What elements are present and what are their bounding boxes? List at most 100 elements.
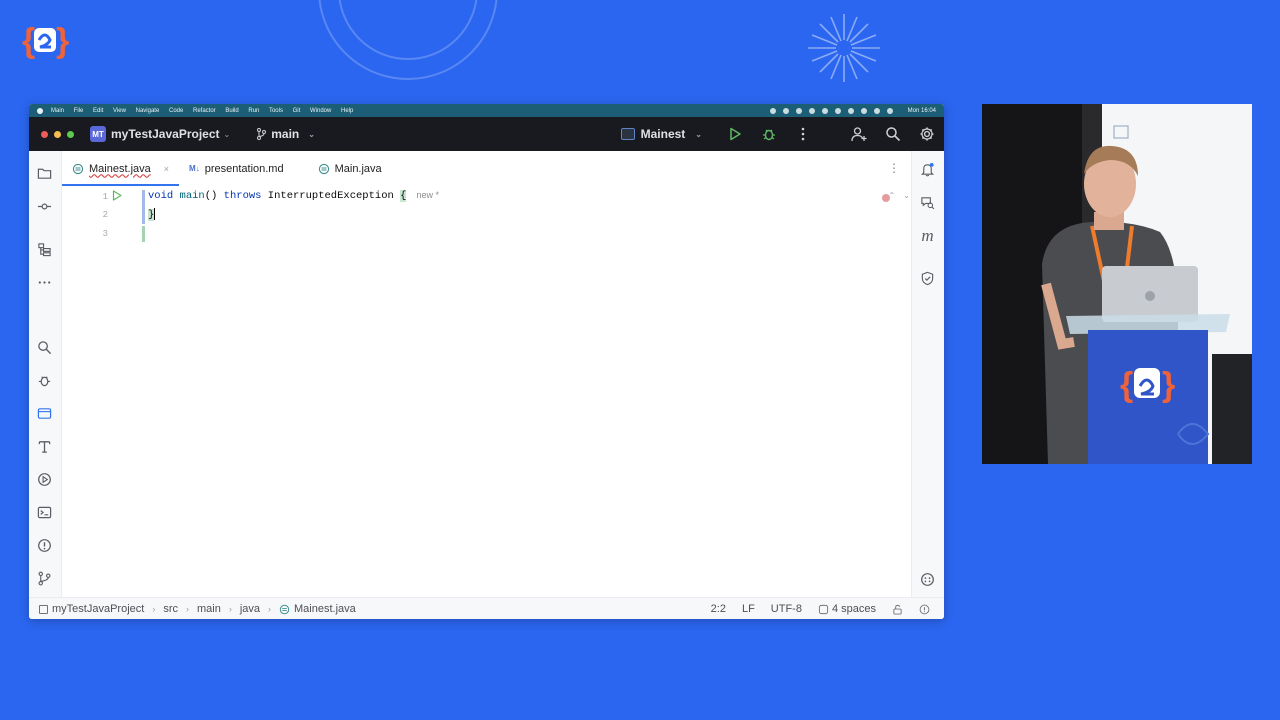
menu-refactor[interactable]: Refactor	[193, 108, 216, 114]
find-tool-button[interactable]	[36, 339, 53, 356]
bluetooth-icon[interactable]	[808, 107, 815, 114]
status-icon[interactable]	[795, 107, 802, 114]
menu-run[interactable]: Run	[248, 108, 259, 114]
run-tool-button[interactable]	[36, 471, 53, 488]
breadcrumb-file[interactable]: Mainest.java	[294, 603, 356, 615]
menu-help[interactable]: Help	[341, 108, 353, 114]
bug-icon	[38, 376, 51, 387]
inlay-hint-author[interactable]: new *	[416, 190, 439, 200]
maven-tool-button[interactable]: m	[919, 226, 936, 245]
branch-selector[interactable]: main ⌄	[256, 127, 315, 141]
bluetooth-icon[interactable]	[821, 107, 828, 114]
project-selector[interactable]: myTestJavaProject	[111, 127, 220, 141]
svg-text:}: }	[1162, 366, 1175, 404]
menu-file[interactable]: File	[74, 108, 84, 114]
caret-position[interactable]: 2:2	[711, 603, 726, 615]
search-icon[interactable]	[873, 107, 880, 114]
tab-main-java[interactable]: Main.java	[308, 151, 392, 186]
tab-mainest-java[interactable]: Mainest.java ×	[62, 151, 180, 186]
text-icon	[38, 441, 51, 453]
structure-icon	[38, 243, 51, 257]
menu-edit[interactable]: Edit	[93, 108, 103, 114]
menu-code[interactable]: Code	[169, 108, 183, 114]
project-badge[interactable]: MT	[90, 126, 106, 142]
smiley-icon	[921, 573, 934, 586]
run-gutter-icon[interactable]	[112, 190, 122, 201]
unlock-icon[interactable]	[892, 604, 903, 615]
debug-tool-button[interactable]	[36, 372, 53, 389]
breadcrumb-src[interactable]: src	[163, 603, 178, 615]
menu-window[interactable]: Window	[310, 108, 331, 114]
file-encoding[interactable]: UTF-8	[771, 603, 802, 615]
vcs-change-marker[interactable]	[142, 190, 145, 224]
minimize-window-button[interactable]	[54, 130, 61, 138]
terminal-icon	[37, 506, 52, 519]
menubar-clock: Mon 16:04	[907, 107, 936, 114]
ai-assistant-button[interactable]	[919, 194, 936, 211]
alert-circle-icon[interactable]	[919, 604, 930, 615]
more-actions-button[interactable]	[794, 125, 812, 143]
menu-main[interactable]: Main	[51, 108, 64, 114]
wifi-icon[interactable]	[847, 107, 854, 114]
terminal-tool-button[interactable]	[36, 504, 53, 521]
text-tool-button[interactable]	[36, 438, 53, 455]
vcs-added-marker[interactable]	[142, 226, 145, 242]
menu-build[interactable]: Build	[225, 108, 238, 114]
chevron-up-icon[interactable]: ⌃	[889, 191, 896, 200]
more-tools-button[interactable]	[36, 274, 53, 291]
maximize-window-button[interactable]	[67, 130, 74, 138]
menu-navigate[interactable]: Navigate	[136, 108, 160, 114]
close-window-button[interactable]	[41, 130, 48, 138]
notifications-button[interactable]	[919, 161, 936, 178]
alert-circle-icon	[38, 539, 51, 552]
cloud-icon[interactable]	[782, 107, 789, 114]
breadcrumb-main[interactable]: main	[197, 603, 221, 615]
git-tool-button[interactable]	[36, 570, 53, 587]
code-editor[interactable]: 1 2 3 void main() throws InterruptedExce…	[62, 186, 912, 597]
debug-button[interactable]	[760, 125, 778, 143]
indent-setting[interactable]: 4 spaces	[818, 603, 876, 615]
tab-label: Main.java	[334, 162, 382, 175]
line-separator[interactable]: LF	[742, 603, 755, 615]
search-everywhere-button[interactable]	[884, 125, 902, 143]
project-tool-button[interactable]	[36, 165, 53, 182]
window-controls	[41, 130, 74, 138]
add-user-icon	[851, 127, 867, 142]
tab-list-menu-icon[interactable]: ⋮	[888, 161, 900, 175]
java-class-icon	[279, 604, 290, 614]
run-circle-icon	[38, 473, 51, 486]
java-class-icon	[72, 163, 84, 174]
indent-icon	[818, 604, 829, 614]
tab-presentation-md[interactable]: M↓ presentation.md	[179, 151, 294, 186]
services-tool-button[interactable]	[36, 405, 53, 422]
chevron-down-icon[interactable]: ⌄	[903, 191, 910, 200]
commit-tool-button[interactable]	[36, 198, 53, 215]
battery-icon[interactable]	[860, 107, 867, 114]
shield-check-icon	[921, 271, 934, 286]
breadcrumb-project[interactable]: myTestJavaProject	[52, 603, 144, 615]
sunburst-decoration	[808, 14, 880, 82]
menu-git[interactable]: Git	[293, 108, 301, 114]
breadcrumb: myTestJavaProject › src › main › java › …	[39, 603, 356, 615]
control-center-icon[interactable]	[886, 107, 893, 114]
close-tab-icon[interactable]: ×	[164, 164, 169, 174]
run-configuration-selector[interactable]: Mainest ⌄	[620, 127, 702, 141]
branch-name: main	[271, 127, 300, 141]
status-icon[interactable]	[769, 107, 776, 114]
breadcrumb-java[interactable]: java	[240, 603, 260, 615]
security-tool-button[interactable]	[919, 270, 936, 287]
settings-button[interactable]	[918, 125, 936, 143]
apple-icon[interactable]	[37, 107, 43, 114]
problems-tool-button[interactable]	[36, 537, 53, 554]
keyword-void: void	[148, 190, 174, 202]
chevron-right-icon: ›	[268, 604, 272, 614]
menu-view[interactable]: View	[113, 108, 126, 114]
run-button[interactable]	[726, 125, 744, 143]
git-branch-icon	[38, 571, 51, 586]
menu-tools[interactable]: Tools	[269, 108, 283, 114]
module-icon	[39, 604, 48, 614]
feedback-button[interactable]	[919, 571, 936, 588]
code-with-me-button[interactable]	[850, 125, 868, 143]
display-icon[interactable]	[834, 107, 841, 114]
structure-tool-button[interactable]	[36, 241, 53, 258]
